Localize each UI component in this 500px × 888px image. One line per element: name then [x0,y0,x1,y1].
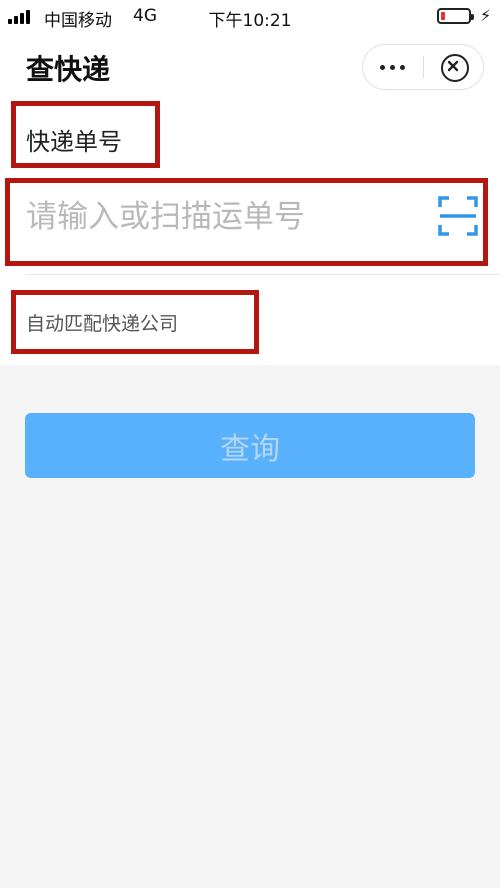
scan-icon[interactable] [438,196,478,236]
query-button[interactable]: 查询 [25,413,475,478]
more-dots-icon[interactable] [380,65,405,70]
courier-company-selector[interactable]: 自动匹配快递公司 [26,309,178,336]
status-time: 下午10:21 [208,11,292,31]
tracking-number-label: 快递单号 [26,128,122,156]
close-circle-icon[interactable] [441,54,469,82]
charging-icon: ⚡ [480,6,492,25]
mini-program-capsule [362,44,484,90]
battery-icon [437,8,474,24]
battery-level [441,12,445,20]
input-divider [26,274,500,275]
capsule-divider [423,56,424,78]
tracking-number-input[interactable] [26,192,431,242]
page-title: 查快递 [26,53,111,86]
status-bar: 中国移动 4G 下午10:21 ⚡ [0,0,500,34]
